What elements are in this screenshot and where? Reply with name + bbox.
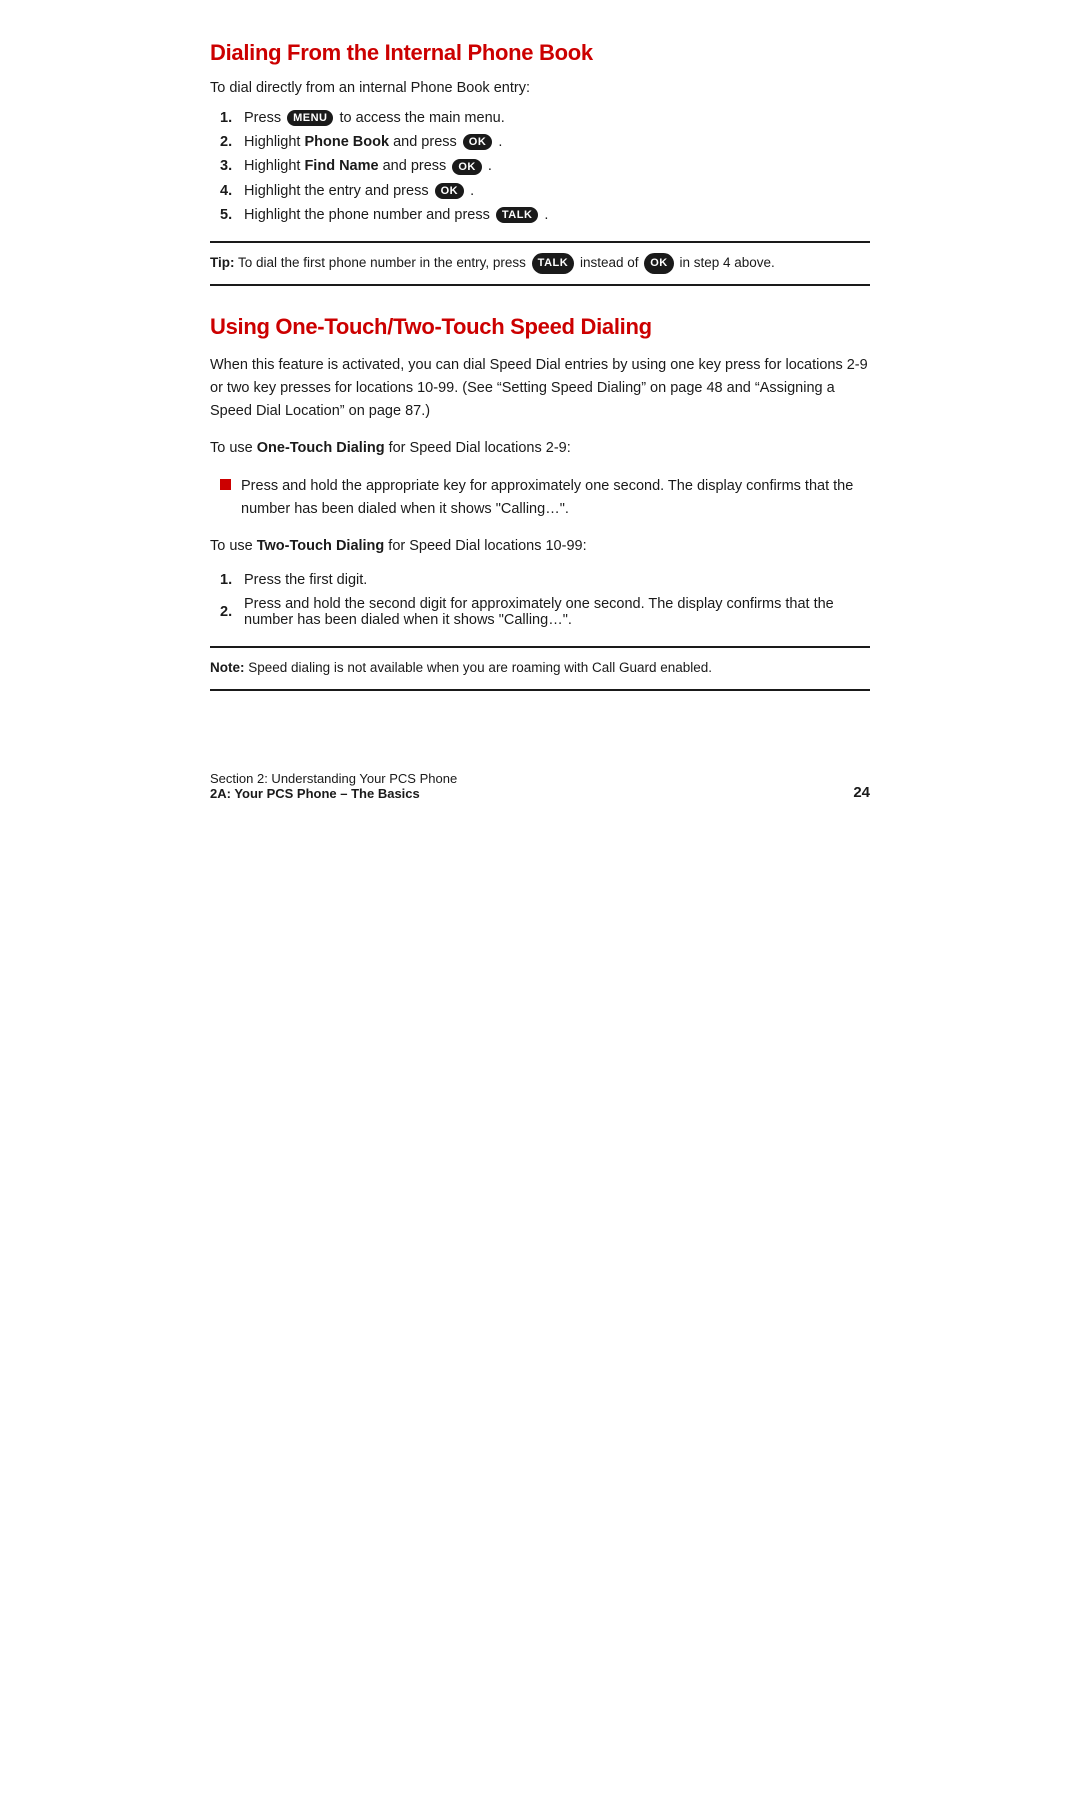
section-2-title: Using One-Touch/Two-Touch Speed Dialing [210,314,870,340]
section-1-intro: To dial directly from an internal Phone … [210,80,870,96]
two-touch-intro: To use Two-Touch Dialing for Speed Dial … [210,535,870,558]
step-5: 5. Highlight the phone number and press … [220,207,870,223]
one-touch-bullet-text: Press and hold the appropriate key for a… [241,475,870,521]
footer-page-number: 24 [853,784,870,801]
one-touch-intro: To use One-Touch Dialing for Speed Dial … [210,437,870,460]
ok-badge-4: OK [435,183,465,199]
step-3-num: 3. [220,158,238,174]
step-2-text: Highlight Phone Book and press OK . [244,134,502,150]
ok-badge-3: OK [452,159,482,175]
tip-label: Tip: [210,255,235,270]
section-1-title: Dialing From the Internal Phone Book [210,40,870,66]
tip-text: To dial the first phone number in the en… [238,255,775,270]
ok-badge-tip: OK [644,253,674,274]
menu-badge: MENU [287,110,333,126]
step-1-text: Press MENU to access the main menu. [244,110,505,126]
step-2: 2. Highlight Phone Book and press OK . [220,134,870,150]
footer-chapter-label: 2A: Your PCS Phone – The Basics [210,786,457,801]
one-touch-bullet-1: Press and hold the appropriate key for a… [220,475,870,521]
section-2: Using One-Touch/Two-Touch Speed Dialing … [210,314,870,691]
two-touch-step-1: 1. Press the first digit. [220,572,870,588]
two-touch-step-2: 2. Press and hold the second digit for a… [220,596,870,628]
two-touch-step-1-text: Press the first digit. [244,572,367,588]
section-2-intro: When this feature is activated, you can … [210,354,870,424]
step-5-text: Highlight the phone number and press TAL… [244,207,548,223]
one-touch-bullets: Press and hold the appropriate key for a… [210,475,870,521]
two-touch-step-1-num: 1. [220,572,238,588]
two-touch-step-2-text: Press and hold the second digit for appr… [244,596,870,628]
step-3-text: Highlight Find Name and press OK . [244,158,492,174]
footer-left: Section 2: Understanding Your PCS Phone … [210,771,457,801]
page-footer: Section 2: Understanding Your PCS Phone … [210,771,870,801]
talk-badge-5: TALK [496,207,539,223]
step-4: 4. Highlight the entry and press OK . [220,183,870,199]
step-2-num: 2. [220,134,238,150]
step-4-num: 4. [220,183,238,199]
section-1: Dialing From the Internal Phone Book To … [210,40,870,286]
ok-badge-2: OK [463,134,493,150]
step-4-text: Highlight the entry and press OK . [244,183,474,199]
two-touch-steps: 1. Press the first digit. 2. Press and h… [210,572,870,628]
talk-badge-tip: TALK [532,253,575,274]
step-3: 3. Highlight Find Name and press OK . [220,158,870,174]
bullet-square-icon [220,479,231,490]
tip-box: Tip: To dial the first phone number in t… [210,241,870,286]
footer-section-label: Section 2: Understanding Your PCS Phone [210,771,457,786]
step-1: 1. Press MENU to access the main menu. [220,110,870,126]
note-box: Note: Speed dialing is not available whe… [210,646,870,691]
step-1-num: 1. [220,110,238,126]
step-5-num: 5. [220,207,238,223]
section-1-steps: 1. Press MENU to access the main menu. 2… [210,110,870,223]
two-touch-step-2-num: 2. [220,604,238,620]
note-text: Speed dialing is not available when you … [248,660,712,675]
note-label: Note: [210,660,245,675]
